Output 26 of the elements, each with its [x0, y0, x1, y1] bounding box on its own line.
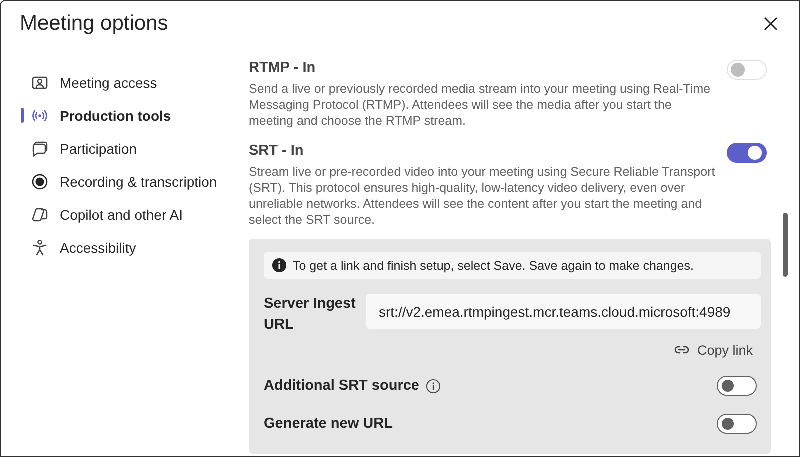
sidebar-item[interactable]: Production tools	[21, 99, 249, 132]
window-title: Meeting options	[20, 12, 168, 36]
info-icon[interactable]	[426, 378, 440, 394]
toggle-switch[interactable]	[727, 143, 767, 163]
chat-icon	[31, 140, 49, 158]
accessibility-icon	[31, 238, 49, 256]
section-description: Send a live or previously recorded media stream into your meeting using Real-Time Messaging Protocol (RTMP). Attendees will see the media after you start the meeting and choose the RTMP stream.	[249, 81, 712, 129]
toggle-switch[interactable]	[717, 414, 757, 434]
sidebar-item[interactable]: Meeting access	[21, 66, 249, 99]
sidebar-item[interactable]: Accessibility	[21, 231, 249, 264]
sidebar-item[interactable]: Copilot and other AI	[21, 198, 249, 231]
field-label: Server Ingest URL	[264, 295, 357, 335]
section-description: Stream live or pre-recorded video into your meeting using Secure Reliable Transport (SRT). This protocol ensures high-quality, low-latency video delivery, even over unreliable networks. Attendees will see the content after you start the meeting and select the SRT source.	[249, 164, 716, 228]
info-icon	[272, 258, 287, 273]
record-icon	[31, 172, 49, 190]
scrollbar-thumb[interactable]	[782, 213, 788, 277]
notice-text: To get a link and finish setup, select Save. Save again to make changes.	[293, 258, 694, 272]
sidebar-item[interactable]: Participation	[21, 132, 249, 165]
option-label: Additional SRT source	[264, 378, 420, 394]
section-title: SRT - In	[249, 143, 305, 159]
copy-link-button[interactable]: Copy link	[674, 342, 753, 358]
url-field[interactable]: srt://v2.emea.rtmpingest.mcr.teams.cloud.microsoft:4989	[366, 294, 761, 329]
sidebar-item[interactable]: Recording & transcription	[21, 165, 249, 198]
section-title: RTMP - In	[249, 60, 317, 76]
toggle-switch[interactable]	[717, 376, 757, 396]
option-label: Generate new URL	[264, 416, 393, 432]
